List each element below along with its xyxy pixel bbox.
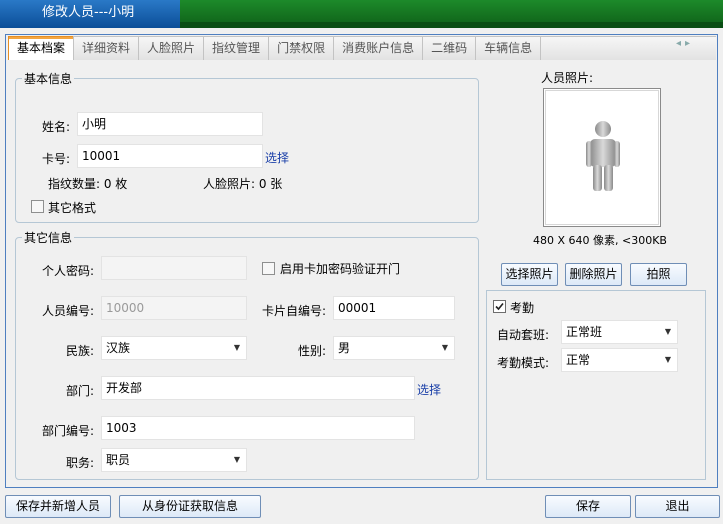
dept-label: 部门:	[65, 384, 94, 398]
capture-photo-button[interactable]: 拍照	[630, 263, 687, 286]
person-no-label: 人员编号:	[41, 304, 94, 318]
tab-vehicle[interactable]: 车辆信息	[475, 36, 542, 60]
attendance-group	[486, 290, 706, 480]
other-format-checkbox[interactable]	[31, 200, 44, 213]
job-select[interactable]: 职员 ▼	[101, 448, 247, 472]
job-value: 职员	[106, 453, 131, 467]
card-self-no-label: 卡片自编号:	[261, 304, 326, 318]
tab-access-rights[interactable]: 门禁权限	[268, 36, 335, 60]
save-and-add-button[interactable]: 保存并新增人员	[5, 495, 111, 518]
save-button[interactable]: 保存	[545, 495, 631, 518]
gender-select[interactable]: 男 ▼	[333, 336, 455, 360]
tab-consumption-account[interactable]: 消费账户信息	[333, 36, 424, 60]
auto-shift-dropdown-icon[interactable]: ▼	[665, 321, 671, 343]
ethnic-label: 民族:	[65, 344, 94, 358]
card-select-link[interactable]: 选择	[265, 149, 289, 166]
attendance-mode-value: 正常	[566, 353, 591, 367]
card-password-label: 启用卡加密码验证开门	[280, 262, 401, 276]
password-input[interactable]	[101, 256, 247, 280]
ethnic-dropdown-icon[interactable]: ▼	[234, 337, 240, 359]
select-photo-button[interactable]: 选择照片	[501, 263, 558, 286]
password-label: 个人密码:	[41, 264, 94, 278]
name-label: 姓名:	[41, 120, 70, 134]
tab-details[interactable]: 详细资料	[73, 36, 140, 60]
check-icon	[495, 302, 504, 311]
ethnic-select[interactable]: 汉族 ▼	[101, 336, 247, 360]
attendance-checkbox[interactable]	[493, 300, 506, 313]
auto-shift-label: 自动套班:	[497, 328, 550, 342]
gender-label: 性别:	[297, 344, 326, 358]
dept-no-label: 部门编号:	[41, 424, 94, 438]
card-input[interactable]: 10001	[77, 144, 263, 168]
read-id-card-button[interactable]: 从身份证获取信息	[119, 495, 261, 518]
auto-shift-value: 正常班	[566, 325, 603, 339]
tab-bar: 基本档案 详细资料 人脸照片 指纹管理 门禁权限 消费账户信息 二维码 车辆信息	[8, 36, 542, 60]
gender-dropdown-icon[interactable]: ▼	[442, 337, 448, 359]
attendance-mode-dropdown-icon[interactable]: ▼	[665, 349, 671, 371]
attendance-label: 考勤	[510, 301, 535, 315]
ethnic-value: 汉族	[106, 341, 131, 355]
job-dropdown-icon[interactable]: ▼	[234, 449, 240, 471]
window-title: 修改人员---小明	[0, 0, 180, 28]
other-info-legend: 其它信息	[22, 229, 75, 246]
exit-button[interactable]: 退出	[635, 495, 720, 518]
tab-qrcode[interactable]: 二维码	[422, 36, 477, 60]
dept-select-link[interactable]: 选择	[417, 381, 441, 398]
attendance-mode-select[interactable]: 正常 ▼	[561, 348, 678, 372]
dept-no-input[interactable]: 1003	[101, 416, 415, 440]
auto-shift-select[interactable]: 正常班 ▼	[561, 320, 678, 344]
basic-info-legend: 基本信息	[22, 70, 75, 87]
fingerprint-count: 指纹数量: 0 枚	[48, 177, 128, 191]
tab-face-photo[interactable]: 人脸照片	[138, 36, 205, 60]
tab-scroll-arrows-icon[interactable]: ◂▸	[676, 38, 694, 49]
photo-size-hint: 480 X 640 像素, <300KB	[533, 234, 667, 247]
face-photo-count: 人脸照片: 0 张	[203, 177, 283, 191]
other-format-label: 其它格式	[48, 201, 97, 215]
dept-input[interactable]: 开发部	[101, 376, 415, 400]
card-password-checkbox[interactable]	[262, 262, 275, 275]
delete-photo-button[interactable]: 删除照片	[565, 263, 622, 286]
photo-area[interactable]	[545, 90, 659, 225]
card-self-no-input[interactable]: 00001	[333, 296, 455, 320]
title-bar-strip	[180, 22, 723, 28]
attendance-mode-label: 考勤模式:	[497, 356, 550, 370]
card-label: 卡号:	[41, 152, 70, 166]
person-silhouette-icon	[586, 121, 620, 191]
gender-value: 男	[338, 341, 351, 355]
person-no-input[interactable]: 10000	[101, 296, 247, 320]
photo-label: 人员照片:	[541, 71, 594, 85]
job-label: 职务:	[65, 456, 94, 470]
tab-basic-profile[interactable]: 基本档案	[8, 36, 75, 60]
tab-fingerprint[interactable]: 指纹管理	[203, 36, 270, 60]
name-input[interactable]: 小明	[77, 112, 263, 136]
